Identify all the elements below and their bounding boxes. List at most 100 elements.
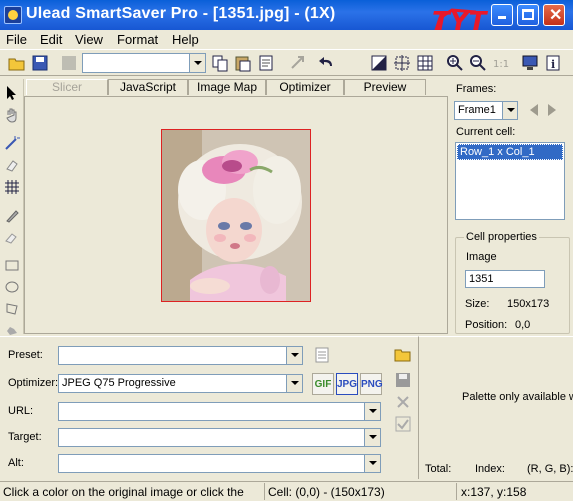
chevron-down-icon — [286, 375, 302, 392]
ellipse-icon[interactable] — [4, 279, 20, 295]
preset-list-icon[interactable] — [314, 347, 330, 363]
bottom-panel: Preset: Optimizer: JPEG Q75 Progressive … — [0, 336, 418, 479]
wand-icon[interactable] — [4, 135, 20, 151]
save-icon[interactable] — [31, 54, 49, 72]
title-bar: Ulead SmartSaver Pro - [1351.jpg] - (1X)… — [0, 0, 573, 30]
pen-icon[interactable] — [4, 207, 20, 223]
menu-view[interactable]: View — [75, 32, 103, 47]
position-label: Position: — [465, 319, 508, 331]
paste-icon[interactable] — [234, 54, 252, 72]
jpg-format-button[interactable]: JPG — [336, 373, 358, 395]
chevron-down-icon — [364, 429, 380, 446]
menu-help[interactable]: Help — [172, 32, 199, 47]
next-frame-icon[interactable] — [548, 104, 556, 116]
copy-icon[interactable] — [211, 54, 229, 72]
tab-optimizer[interactable]: Optimizer — [266, 79, 344, 95]
polygon-icon[interactable] — [4, 301, 20, 317]
palette-rgb-label: (R, G, B): — [527, 463, 573, 475]
hand-icon[interactable] — [4, 107, 20, 123]
target-label: Target: — [8, 431, 42, 443]
minimize-icon — [498, 16, 506, 19]
cell-properties-legend: Cell properties — [464, 231, 539, 243]
tab-slicer[interactable]: Slicer — [26, 79, 108, 95]
eraser-icon[interactable] — [4, 157, 20, 173]
image-label: Image — [466, 251, 497, 263]
position-value: 0,0 — [515, 319, 531, 331]
gif-format-button[interactable]: GIF — [312, 373, 334, 395]
document-icon[interactable] — [257, 54, 275, 72]
zoom-in-icon[interactable] — [446, 54, 464, 72]
svg-text:1:1: 1:1 — [493, 59, 509, 70]
maximize-button[interactable] — [517, 4, 539, 26]
batch-save-icon[interactable] — [60, 54, 78, 72]
ulead-app-icon[interactable] — [4, 6, 22, 24]
target-input[interactable] — [58, 428, 381, 447]
export-icon[interactable] — [289, 54, 307, 72]
png-format-button[interactable]: PNG — [360, 373, 383, 395]
alt-input[interactable] — [58, 454, 381, 473]
tab-javascript[interactable]: JavaScript — [108, 79, 188, 95]
menu-file[interactable]: File — [6, 32, 27, 47]
table-icon[interactable] — [416, 54, 434, 72]
palette-panel: Palette only available w Total: Index: (… — [418, 336, 573, 479]
slice-select-icon[interactable] — [370, 54, 388, 72]
chevron-down-icon — [364, 403, 380, 420]
zoom-out-icon[interactable] — [469, 54, 487, 72]
preset-select[interactable] — [58, 346, 303, 365]
slice-grid-icon[interactable] — [393, 54, 411, 72]
status-cell-info: Cell: (0,0) - (150x173) — [268, 485, 385, 499]
current-cell-list[interactable]: Row_1 x Col_1 — [455, 142, 565, 220]
chevron-down-icon — [189, 54, 205, 72]
chevron-down-icon — [364, 455, 380, 472]
undo-icon[interactable] — [318, 54, 336, 72]
pointer-icon[interactable] — [4, 85, 20, 101]
prev-frame-icon[interactable] — [530, 104, 538, 116]
window-title: Ulead SmartSaver Pro - [1351.jpg] - (1X) — [26, 5, 336, 22]
menu-bar: File Edit View Format Help — [0, 30, 573, 49]
optimizer-select[interactable]: JPEG Q75 Progressive — [58, 374, 303, 393]
open-folder-icon[interactable] — [394, 345, 412, 363]
preset-label: Preset: — [8, 349, 43, 361]
url-label: URL: — [8, 405, 34, 417]
chevron-down-icon — [286, 347, 302, 364]
frames-select[interactable]: Frame1 — [454, 101, 518, 120]
menu-edit[interactable]: Edit — [40, 32, 62, 47]
url-input[interactable] — [58, 402, 381, 421]
tab-preview[interactable]: Preview — [344, 79, 426, 95]
eraser-alt-icon[interactable] — [4, 229, 20, 245]
close-button[interactable]: ✕ — [543, 4, 565, 26]
palette-total-label: Total: — [425, 463, 452, 475]
image-canvas[interactable] — [24, 96, 448, 334]
actual-size-icon[interactable]: 1:1 — [492, 54, 510, 72]
tab-image-map[interactable]: Image Map — [188, 79, 266, 95]
grid-icon[interactable] — [4, 179, 20, 195]
close-icon: ✕ — [549, 7, 563, 24]
toolbar-combo[interactable] — [82, 53, 206, 73]
status-separator — [456, 483, 457, 500]
menu-format[interactable]: Format — [117, 32, 158, 47]
palette-message: Palette only available w — [462, 391, 573, 403]
size-value: 150x173 — [507, 298, 550, 310]
status-coords: x:137, y:158 — [461, 485, 527, 499]
optimizer-label: Optimizer: — [8, 377, 59, 389]
maximize-icon — [522, 9, 534, 20]
apply-icon[interactable] — [394, 415, 412, 433]
hand-select-icon[interactable] — [4, 321, 20, 337]
rectangle-icon[interactable] — [4, 257, 20, 273]
right-panel: Frames: Frame1 Current cell: Row_1 x Col… — [450, 79, 573, 334]
image-name-field[interactable]: 1351 — [465, 270, 545, 288]
optimizer-value: JPEG Q75 Progressive — [62, 377, 176, 389]
cell-properties-group: Cell properties Image 1351 Size: 150x173… — [455, 231, 570, 334]
minimize-button[interactable] — [491, 4, 513, 26]
list-item[interactable]: Row_1 x Col_1 — [457, 144, 563, 160]
monitor-icon[interactable] — [521, 54, 539, 72]
alt-label: Alt: — [8, 457, 24, 469]
delete-icon[interactable] — [394, 393, 412, 411]
frames-label: Frames: — [456, 83, 497, 95]
chevron-down-icon — [502, 102, 517, 119]
save-preset-icon[interactable] — [394, 371, 412, 389]
info-icon[interactable]: i — [544, 54, 562, 72]
open-folder-icon[interactable] — [8, 54, 26, 72]
doll-photo[interactable] — [161, 129, 311, 302]
view-tabs: Slicer JavaScript Image Map Optimizer Pr… — [24, 79, 448, 96]
